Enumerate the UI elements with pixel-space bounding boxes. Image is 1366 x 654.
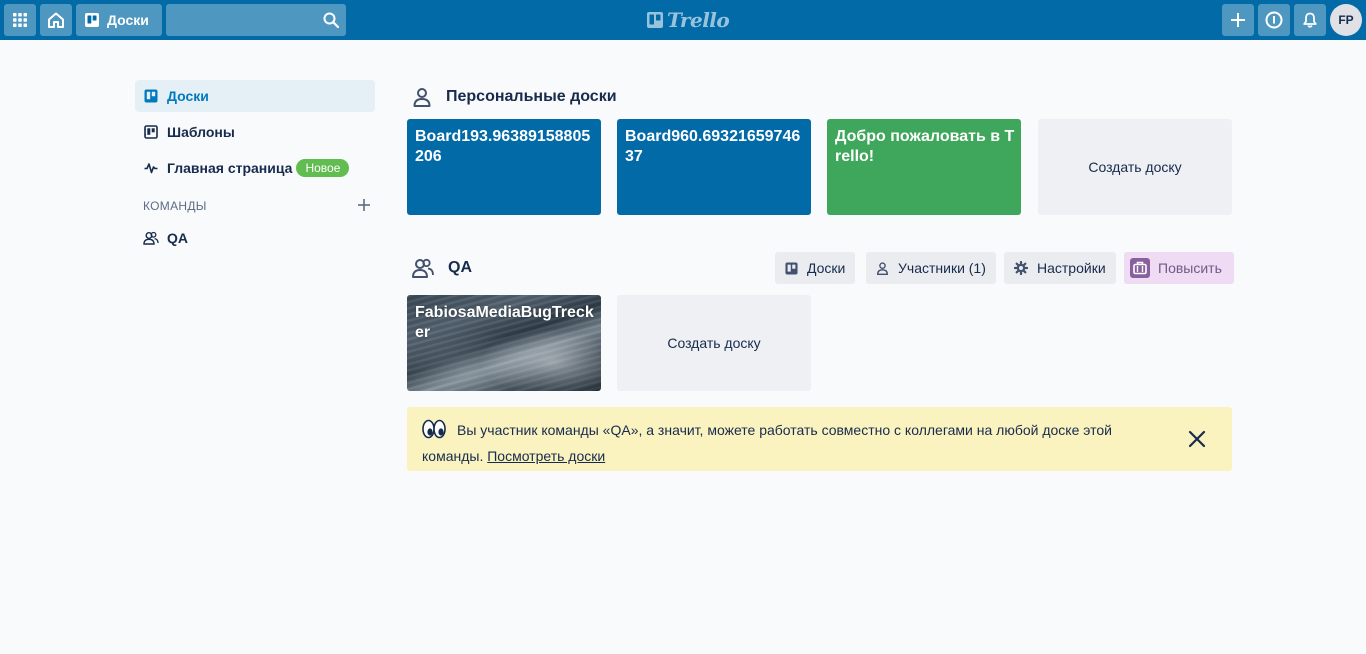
search-box[interactable] <box>166 4 346 36</box>
person-icon <box>412 87 432 107</box>
create-board-label: Создать доску <box>1088 159 1182 175</box>
search-icon[interactable] <box>323 12 339 28</box>
home-button[interactable] <box>40 4 72 36</box>
info-button[interactable] <box>1258 4 1290 36</box>
board-icon <box>85 13 99 27</box>
sidebar-item-label: QA <box>167 230 188 246</box>
create-board-tile[interactable]: Создать доску <box>1038 119 1232 215</box>
trello-logo-icon <box>647 12 663 28</box>
add-team-icon[interactable] <box>357 196 371 216</box>
upgrade-button[interactable]: Повысить <box>1124 252 1234 284</box>
personal-boards-heading: Персональные доски <box>412 86 617 108</box>
boards-menu-button[interactable]: Доски <box>76 4 162 36</box>
close-icon[interactable] <box>1187 429 1207 449</box>
team-icon <box>143 230 159 246</box>
plus-icon <box>1231 13 1245 27</box>
board-name: Board960.6932165974637 <box>625 128 801 165</box>
section-title: QA <box>448 259 472 276</box>
button-label: Участники (1) <box>898 260 986 276</box>
info-icon <box>1265 11 1283 29</box>
sidebar-item-templates[interactable]: Шаблоны <box>135 116 375 148</box>
board-icon <box>143 88 159 104</box>
business-class-icon <box>1130 258 1150 278</box>
teams-header-label: КОМАНДЫ <box>143 199 207 213</box>
board-tile[interactable]: Board960.6932165974637 <box>617 119 811 215</box>
board-name: FabiosaMediaBugTrecker <box>415 304 594 341</box>
home-icon <box>48 12 64 28</box>
notifications-button[interactable] <box>1294 4 1326 36</box>
team-info-banner: Вы участник команды «QA», а значит, може… <box>407 407 1232 471</box>
button-label: Доски <box>807 260 846 276</box>
trello-logo[interactable]: Trello <box>646 8 730 32</box>
team-boards-button[interactable]: Доски <box>775 252 856 284</box>
user-avatar[interactable]: FP <box>1330 4 1362 36</box>
button-label: Настройки <box>1037 260 1106 276</box>
gear-icon <box>1014 261 1028 275</box>
teams-header: КОМАНДЫ <box>135 194 375 218</box>
sidebar-item-label: Доски <box>167 88 209 104</box>
board-tile[interactable]: Добро пожаловать в Trello! <box>827 119 1021 215</box>
search-input[interactable] <box>166 4 316 36</box>
team-members-button[interactable]: Участники (1) <box>866 252 996 284</box>
apps-switcher-button[interactable] <box>4 4 36 36</box>
bell-icon <box>1303 12 1317 28</box>
sidebar-item-label: Главная страница <box>167 160 293 176</box>
board-tile[interactable]: Board193.96389158805206 <box>407 119 601 215</box>
button-label: Повысить <box>1158 260 1222 276</box>
sidebar-item-home[interactable]: Главная страница Новое <box>135 152 375 184</box>
create-button[interactable] <box>1222 4 1254 36</box>
logo-text: Trello <box>667 8 730 32</box>
team-heading: QA <box>412 257 472 279</box>
banner-text: Вы участник команды «QA», а значит, може… <box>422 417 1142 469</box>
sidebar-item-team-qa[interactable]: QA <box>135 222 375 254</box>
grid-icon <box>13 13 27 27</box>
create-board-label: Создать доску <box>667 335 761 351</box>
section-title: Персональные доски <box>446 88 617 105</box>
board-icon <box>785 261 798 275</box>
team-icon <box>412 258 434 278</box>
top-header: Доски Trello FP <box>0 0 1366 40</box>
boards-menu-label: Доски <box>107 12 149 28</box>
new-badge: Новое <box>296 159 350 177</box>
board-tile[interactable]: FabiosaMediaBugTrecker <box>407 295 601 391</box>
sidebar-item-boards[interactable]: Доски <box>135 80 375 112</box>
sidebar: Доски Шаблоны Главная страница Новое КОМ… <box>135 80 375 258</box>
sidebar-item-label: Шаблоны <box>167 124 235 140</box>
activity-icon <box>143 160 159 176</box>
view-boards-link[interactable]: Посмотреть доски <box>487 448 605 464</box>
team-settings-button[interactable]: Настройки <box>1004 252 1116 284</box>
board-name: Board193.96389158805206 <box>415 128 591 165</box>
board-name: Добро пожаловать в Trello! <box>835 128 1015 165</box>
person-icon <box>876 261 889 275</box>
template-icon <box>143 124 159 140</box>
create-board-tile[interactable]: Создать доску <box>617 295 811 391</box>
